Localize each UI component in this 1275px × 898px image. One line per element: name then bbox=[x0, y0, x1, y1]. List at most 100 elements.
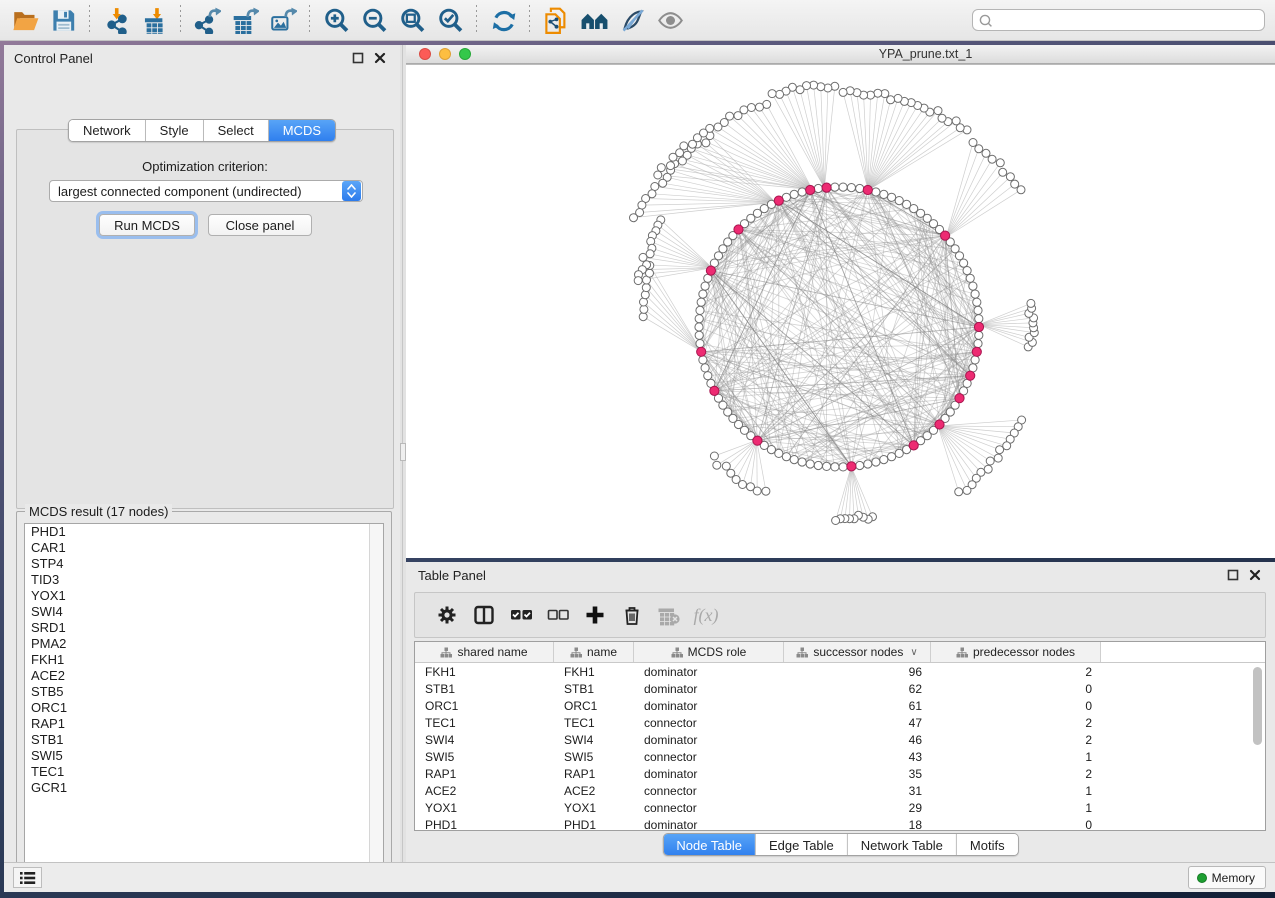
network-node[interactable] bbox=[847, 184, 855, 192]
column-header-successor-nodes[interactable]: successor nodes∨ bbox=[784, 642, 931, 662]
network-node[interactable] bbox=[814, 184, 822, 192]
mcds-network-node[interactable] bbox=[734, 225, 743, 234]
network-node[interactable] bbox=[790, 456, 798, 464]
network-node[interactable] bbox=[747, 104, 755, 112]
mcds-network-node[interactable] bbox=[935, 420, 944, 429]
mcds-network-node[interactable] bbox=[974, 322, 983, 331]
network-node[interactable] bbox=[856, 461, 864, 469]
network-node[interactable] bbox=[996, 159, 1004, 167]
network-node[interactable] bbox=[831, 463, 839, 471]
tab-network-table[interactable]: Network Table bbox=[848, 834, 957, 856]
network-node[interactable] bbox=[756, 103, 764, 111]
network-node[interactable] bbox=[894, 94, 902, 102]
mcds-result-item[interactable]: STB5 bbox=[25, 684, 383, 700]
share-network-document-button[interactable] bbox=[537, 4, 575, 36]
zoom-fit-button[interactable] bbox=[393, 4, 431, 36]
table-row[interactable]: RAP1RAP1dominator352 bbox=[415, 765, 1265, 782]
birds-eye-view-button[interactable] bbox=[651, 4, 689, 36]
mcds-list-scrollbar[interactable] bbox=[369, 524, 383, 876]
network-node[interactable] bbox=[823, 462, 831, 470]
network-node[interactable] bbox=[988, 155, 996, 163]
table-row[interactable]: STB1STB1dominator620 bbox=[415, 680, 1265, 697]
network-node[interactable] bbox=[1011, 180, 1019, 188]
zoom-in-button[interactable] bbox=[317, 4, 355, 36]
network-node[interactable] bbox=[696, 340, 704, 348]
import-table-button[interactable] bbox=[135, 4, 173, 36]
mcds-result-item[interactable]: SRD1 bbox=[25, 620, 383, 636]
network-node[interactable] bbox=[874, 89, 882, 97]
mcds-network-node[interactable] bbox=[863, 185, 872, 194]
create-new-column-button[interactable] bbox=[577, 598, 613, 632]
mcds-result-item[interactable]: CAR1 bbox=[25, 540, 383, 556]
table-row[interactable]: TEC1TEC1connector472 bbox=[415, 714, 1265, 731]
network-node[interactable] bbox=[872, 188, 880, 196]
network-node[interactable] bbox=[714, 123, 722, 131]
mcds-result-item[interactable]: ORC1 bbox=[25, 700, 383, 716]
tab-edge-table[interactable]: Edge Table bbox=[756, 834, 848, 856]
network-node[interactable] bbox=[639, 253, 647, 261]
network-node[interactable] bbox=[856, 184, 864, 192]
network-node[interactable] bbox=[839, 183, 847, 191]
mcds-network-node[interactable] bbox=[697, 347, 706, 356]
tab-mcds[interactable]: MCDS bbox=[269, 120, 335, 141]
network-node[interactable] bbox=[669, 153, 677, 161]
mcds-result-item[interactable]: ACE2 bbox=[25, 668, 383, 684]
export-table-button[interactable] bbox=[226, 4, 264, 36]
network-node[interactable] bbox=[888, 193, 896, 201]
network-node[interactable] bbox=[699, 356, 707, 364]
network-node[interactable] bbox=[630, 214, 638, 222]
network-node[interactable] bbox=[689, 140, 697, 148]
mcds-network-node[interactable] bbox=[806, 185, 815, 194]
network-node[interactable] bbox=[1006, 173, 1014, 181]
export-image-button[interactable] bbox=[264, 4, 302, 36]
mcds-network-node[interactable] bbox=[706, 266, 715, 275]
network-node[interactable] bbox=[955, 488, 963, 496]
mcds-result-list[interactable]: PHD1CAR1STP4TID3YOX1SWI4SRD1PMA2FKH1ACE2… bbox=[24, 523, 384, 877]
run-mcds-button[interactable]: Run MCDS bbox=[99, 214, 195, 236]
network-node[interactable] bbox=[814, 461, 822, 469]
mcds-result-item[interactable]: SWI4 bbox=[25, 604, 383, 620]
column-header-MCDS-role[interactable]: MCDS role bbox=[634, 642, 784, 662]
table-row[interactable]: FKH1FKH1dominator962 bbox=[415, 663, 1265, 680]
mcds-result-item[interactable]: GCR1 bbox=[25, 780, 383, 796]
network-node[interactable] bbox=[938, 114, 946, 122]
network-node[interactable] bbox=[734, 112, 742, 120]
open-session-button[interactable] bbox=[6, 4, 44, 36]
network-node[interactable] bbox=[986, 457, 994, 465]
table-scrollbar[interactable] bbox=[1252, 665, 1264, 830]
network-node[interactable] bbox=[667, 162, 675, 170]
network-node[interactable] bbox=[678, 157, 686, 165]
network-node[interactable] bbox=[767, 446, 775, 454]
network-node[interactable] bbox=[782, 453, 790, 461]
column-header-shared-name[interactable]: shared name bbox=[415, 642, 554, 662]
network-node[interactable] bbox=[832, 517, 840, 525]
network-node[interactable] bbox=[796, 86, 804, 94]
network-node[interactable] bbox=[994, 454, 1002, 462]
network-node[interactable] bbox=[888, 453, 896, 461]
network-node[interactable] bbox=[695, 315, 703, 323]
network-node[interactable] bbox=[880, 456, 888, 464]
network-node[interactable] bbox=[806, 460, 814, 468]
mcds-result-item[interactable]: STB1 bbox=[25, 732, 383, 748]
network-node[interactable] bbox=[710, 452, 718, 460]
network-node[interactable] bbox=[984, 465, 992, 473]
close-table-panel-icon[interactable] bbox=[1248, 568, 1261, 581]
network-node[interactable] bbox=[973, 298, 981, 306]
network-node[interactable] bbox=[999, 168, 1007, 176]
mcds-result-item[interactable]: FKH1 bbox=[25, 652, 383, 668]
network-node[interactable] bbox=[657, 164, 665, 172]
save-session-button[interactable] bbox=[44, 4, 82, 36]
network-node[interactable] bbox=[872, 458, 880, 466]
mcds-result-item[interactable]: TID3 bbox=[25, 572, 383, 588]
tab-select[interactable]: Select bbox=[204, 120, 269, 141]
network-node[interactable] bbox=[775, 449, 783, 457]
mcds-network-node[interactable] bbox=[847, 462, 856, 471]
table-row[interactable]: ORC1ORC1dominator610 bbox=[415, 697, 1265, 714]
network-node[interactable] bbox=[831, 183, 839, 191]
show-column-panel-button[interactable] bbox=[466, 598, 502, 632]
mcds-result-item[interactable]: SWI5 bbox=[25, 748, 383, 764]
network-node[interactable] bbox=[727, 469, 735, 477]
network-node[interactable] bbox=[934, 107, 942, 115]
network-node[interactable] bbox=[963, 486, 971, 494]
network-node[interactable] bbox=[839, 88, 847, 96]
